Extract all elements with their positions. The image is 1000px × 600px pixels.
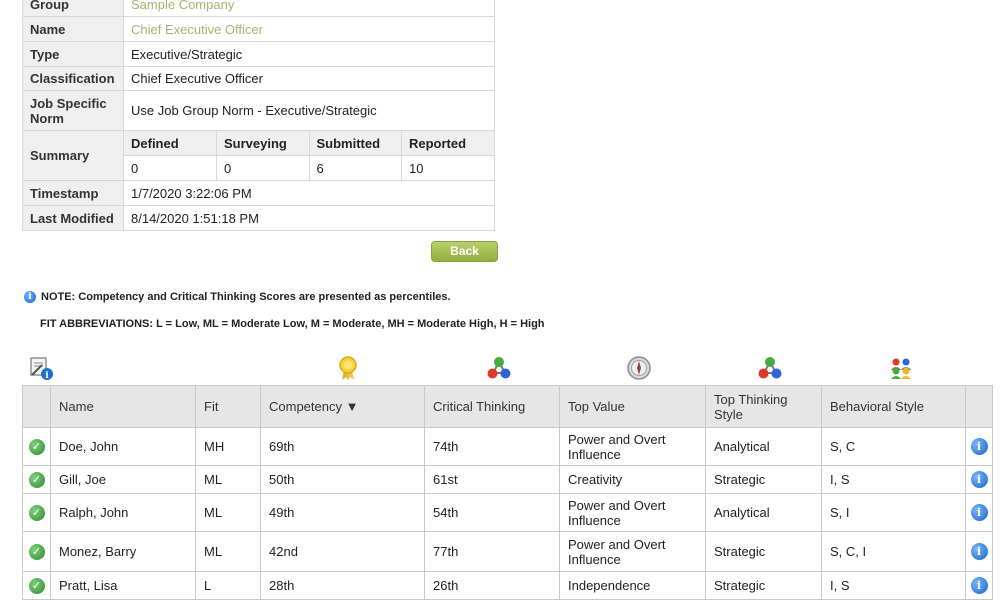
compass-icon xyxy=(627,356,651,380)
column-header-critical-thinking[interactable]: Critical Thinking xyxy=(424,385,560,428)
cell-competency: 50th xyxy=(260,465,425,494)
cell-competency: 69th xyxy=(260,427,425,466)
summary-label: Summary xyxy=(22,130,124,181)
cell-critical-thinking: 26th xyxy=(424,571,560,600)
cell-critical-thinking: 74th xyxy=(424,427,560,466)
cell-behavioral-style: I, S xyxy=(821,571,966,600)
cell-top-value: Creativity xyxy=(559,465,706,494)
row-info-icon[interactable]: i xyxy=(970,471,988,488)
cell-behavioral-style: S, C, I xyxy=(821,531,966,572)
cell-top-thinking-style: Analytical xyxy=(705,493,822,532)
cell-name: Ralph, John xyxy=(50,493,196,532)
cell-fit: ML xyxy=(195,531,261,572)
cell-top-thinking-style: Strategic xyxy=(705,571,822,600)
cell-critical-thinking: 54th xyxy=(424,493,560,532)
table-row: ✓ Pratt, Lisa L 28th 26th Independence S… xyxy=(22,571,993,600)
timestamp-value: 1/7/2020 3:22:06 PM xyxy=(123,180,495,206)
last-modified-value: 8/14/2020 1:51:18 PM xyxy=(123,205,495,231)
column-header-top-value[interactable]: Top Value xyxy=(559,385,706,428)
cell-name: Doe, John xyxy=(50,427,196,466)
status-check-icon[interactable]: ✓ xyxy=(28,544,45,560)
job-specific-norm-value: Use Job Group Norm - Executive/Strategic xyxy=(123,90,495,131)
summary-header-surveying: Surveying xyxy=(216,131,309,156)
job-info-table: Group Sample Company Name Chief Executiv… xyxy=(22,0,495,231)
status-check-icon[interactable]: ✓ xyxy=(28,439,45,455)
summary-value-reported: 10 xyxy=(401,155,494,180)
fit-abbreviations: FIT ABBREVIATIONS: L = Low, ML = Moderat… xyxy=(40,318,545,330)
type-label: Type xyxy=(22,41,124,67)
classification-value: Chief Executive Officer xyxy=(123,66,495,91)
cell-top-value: Power and Overt Influence xyxy=(559,493,706,532)
cell-top-thinking-style: Strategic xyxy=(705,531,822,572)
name-value-link[interactable]: Chief Executive Officer xyxy=(123,16,495,42)
table-row: ✓ Gill, Joe ML 50th 61st Creativity Stra… xyxy=(22,465,993,494)
critical-thinking-icon xyxy=(487,357,511,379)
status-check-icon[interactable]: ✓ xyxy=(28,505,45,521)
cell-top-thinking-style: Strategic xyxy=(705,465,822,494)
note: i NOTE: Competency and Critical Thinking… xyxy=(24,291,451,303)
column-header-behavioral-style[interactable]: Behavioral Style xyxy=(821,385,966,428)
name-label: Name xyxy=(22,16,124,42)
svg-text:i: i xyxy=(45,371,49,381)
cell-competency: 28th xyxy=(260,571,425,600)
cell-top-value: Power and Overt Influence xyxy=(559,427,706,466)
thinking-style-icon xyxy=(758,357,782,379)
summary-value-surveying: 0 xyxy=(216,155,309,180)
behavioral-style-icon xyxy=(891,358,911,379)
row-info-icon[interactable]: i xyxy=(970,438,988,455)
table-row: ✓ Monez, Barry ML 42nd 77th Power and Ov… xyxy=(22,531,993,572)
cell-fit: MH xyxy=(195,427,261,466)
note-text: NOTE: Competency and Critical Thinking S… xyxy=(41,291,451,303)
select-column-header xyxy=(22,385,51,428)
cell-behavioral-style: I, S xyxy=(821,465,966,494)
note-info-icon: i xyxy=(24,291,36,303)
table-row: ✓ Doe, John MH 69th 74th Power and Overt… xyxy=(22,427,993,466)
status-check-icon[interactable]: ✓ xyxy=(28,578,45,594)
results-table: Name Fit Competency ▼ Critical Thinking … xyxy=(22,385,993,600)
cell-behavioral-style: S, I xyxy=(821,493,966,532)
summary-table: Defined Surveying Submitted Reported 0 0… xyxy=(124,131,494,180)
cell-name: Gill, Joe xyxy=(50,465,196,494)
row-info-icon[interactable]: i xyxy=(970,504,988,521)
cell-behavioral-style: S, C xyxy=(821,427,966,466)
column-header-name[interactable]: Name xyxy=(50,385,196,428)
back-button[interactable]: Back xyxy=(431,241,498,262)
cell-competency: 49th xyxy=(260,493,425,532)
column-header-fit[interactable]: Fit xyxy=(195,385,261,428)
summary-header-defined: Defined xyxy=(124,131,217,156)
cell-fit: ML xyxy=(195,465,261,494)
column-header-top-thinking-style[interactable]: Top Thinking Style xyxy=(705,385,822,428)
classification-label: Classification xyxy=(22,66,124,91)
cell-critical-thinking: 77th xyxy=(424,531,560,572)
award-ribbon-icon xyxy=(339,356,357,380)
status-check-icon[interactable]: ✓ xyxy=(28,472,45,488)
last-modified-label: Last Modified xyxy=(22,205,124,231)
info-column-header xyxy=(965,385,993,428)
group-label: Group xyxy=(22,0,124,17)
cell-top-value: Power and Overt Influence xyxy=(559,531,706,572)
summary-value-defined: 0 xyxy=(131,160,139,176)
type-value: Executive/Strategic xyxy=(123,41,495,67)
cell-name: Pratt, Lisa xyxy=(50,571,196,600)
cell-competency: 42nd xyxy=(260,531,425,572)
summary-value-submitted: 6 xyxy=(308,155,402,180)
cell-fit: L xyxy=(195,571,261,600)
row-info-icon[interactable]: i xyxy=(970,543,988,560)
report-info-icon[interactable]: i xyxy=(28,355,54,381)
table-row: ✓ Ralph, John ML 49th 54th Power and Ove… xyxy=(22,493,993,532)
job-specific-norm-label: Job Specific Norm xyxy=(22,90,124,131)
cell-top-value: Independence xyxy=(559,571,706,600)
column-header-competency[interactable]: Competency ▼ xyxy=(260,385,425,428)
group-value-link[interactable]: Sample Company xyxy=(123,0,495,17)
results-header-row: Name Fit Competency ▼ Critical Thinking … xyxy=(22,385,993,428)
cell-top-thinking-style: Analytical xyxy=(705,427,822,466)
summary-header-submitted: Submitted xyxy=(308,131,402,156)
summary-cell: Defined Surveying Submitted Reported 0 0… xyxy=(123,130,495,181)
timestamp-label: Timestamp xyxy=(22,180,124,206)
row-info-icon[interactable]: i xyxy=(970,577,988,594)
cell-critical-thinking: 61st xyxy=(424,465,560,494)
cell-fit: ML xyxy=(195,493,261,532)
summary-header-reported: Reported xyxy=(401,131,494,156)
cell-name: Monez, Barry xyxy=(50,531,196,572)
